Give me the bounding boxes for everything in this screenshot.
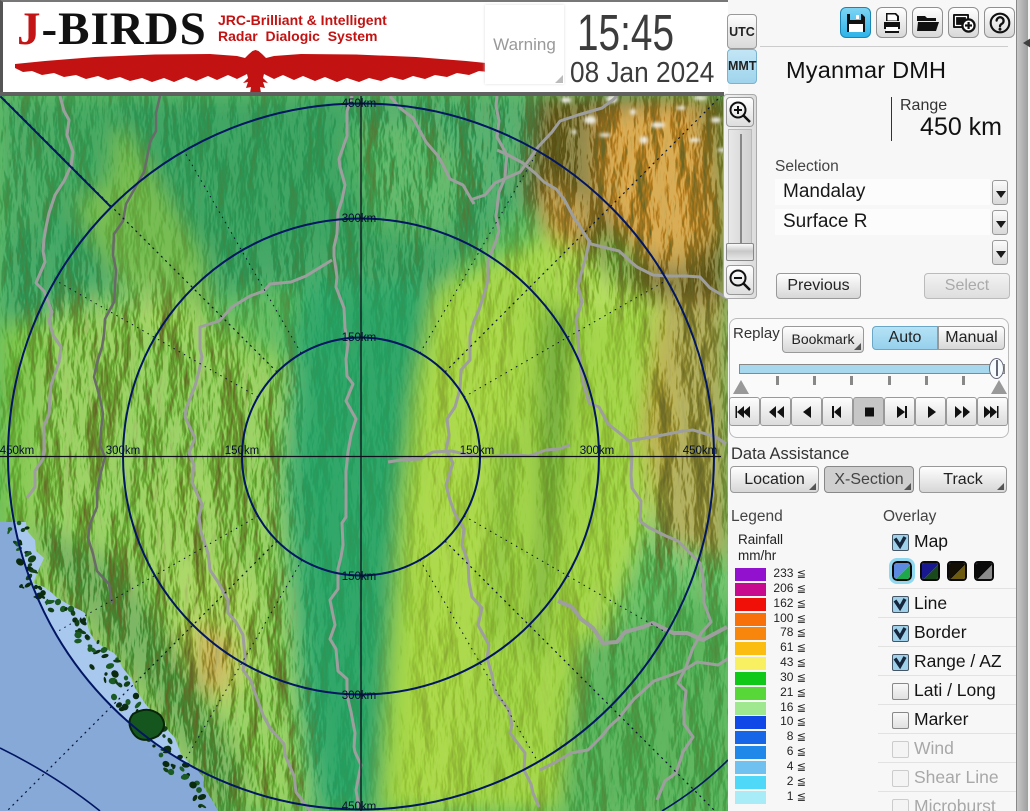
svg-text:150km: 150km	[460, 445, 495, 457]
svg-text:150km: 150km	[225, 445, 260, 457]
svg-text:450km: 450km	[342, 801, 377, 811]
svg-text:450km: 450km	[683, 445, 718, 457]
svg-text:300km: 300km	[342, 690, 377, 702]
svg-text:150km: 150km	[342, 332, 377, 344]
svg-text:300km: 300km	[580, 445, 615, 457]
svg-text:150km: 150km	[342, 571, 377, 583]
svg-text:300km: 300km	[106, 445, 141, 457]
svg-text:300km: 300km	[342, 213, 377, 225]
svg-text:450km: 450km	[342, 98, 377, 110]
svg-text:450km: 450km	[0, 445, 34, 457]
